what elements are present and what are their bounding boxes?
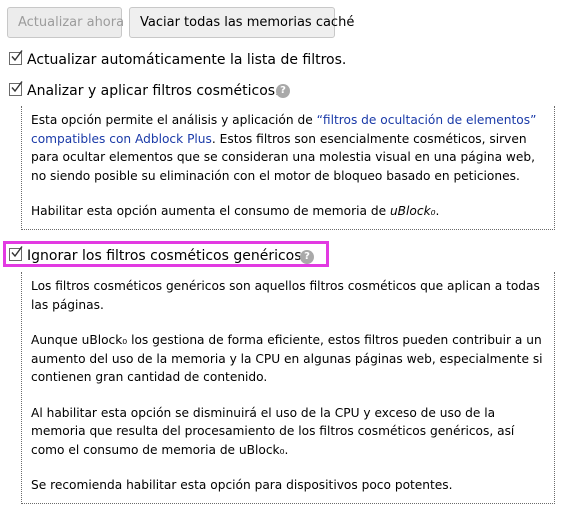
generic-desc-paragraph-1: Los filtros cosméticos genéricos son aqu…: [31, 279, 540, 312]
checkmark-icon: [11, 50, 23, 62]
cosmetic-filters-checkbox[interactable]: [9, 81, 23, 96]
highlight-box: [3, 241, 329, 267]
generic-cosmetic-description: Los filtros cosméticos genéricos son aqu…: [21, 272, 555, 504]
generic-desc-paragraph-3: Al habilitar esta opción se disminuirá e…: [31, 405, 515, 457]
auto-update-label[interactable]: Actualizar automáticamente la lista de f…: [27, 50, 346, 70]
generic-desc-paragraph-4: Se recomienda habilitar esta opción para…: [31, 478, 453, 492]
update-now-button[interactable]: Actualizar ahora: [7, 7, 124, 38]
help-icon[interactable]: ?: [276, 84, 290, 98]
cosmetic-desc-paragraph-2: Habilitar esta opción aumenta el consumo…: [31, 204, 440, 218]
cosmetic-filters-label[interactable]: Analizar y aplicar filtros cosméticos.: [27, 81, 280, 101]
checkmark-icon: [11, 81, 23, 93]
generic-desc-paragraph-2: Aunque uBlock₀ los gestiona de forma efi…: [31, 333, 543, 384]
cosmetic-filters-description: Esta opción permite el análisis y aplica…: [21, 106, 555, 230]
ublock-brand: uBlock₀: [389, 204, 436, 218]
settings-page: Actualizar ahora Vaciar todas las memori…: [0, 0, 570, 514]
cosmetic-desc-paragraph-1: Esta opción permite el análisis y aplica…: [31, 113, 537, 183]
auto-update-checkbox[interactable]: [9, 50, 23, 65]
purge-caches-button[interactable]: Vaciar todas las memorias caché: [129, 7, 354, 38]
